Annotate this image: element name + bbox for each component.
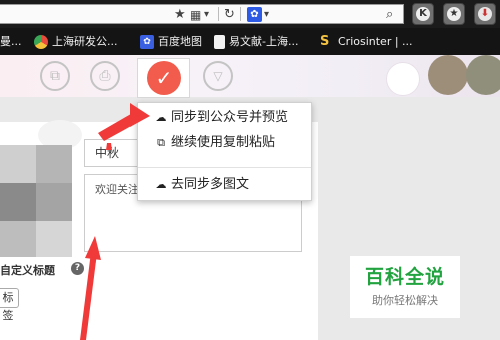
watermark: 百科全说 助你轻松解决 bbox=[350, 256, 460, 318]
annotation-arrow bbox=[106, 143, 112, 150]
annotation-arrow-head bbox=[130, 103, 150, 127]
annotation-arrow-head bbox=[85, 236, 101, 260]
watermark-title: 百科全说 bbox=[364, 266, 445, 288]
watermark-subtitle: 助你轻松解决 bbox=[372, 294, 438, 307]
annotation-arrow bbox=[80, 252, 97, 340]
